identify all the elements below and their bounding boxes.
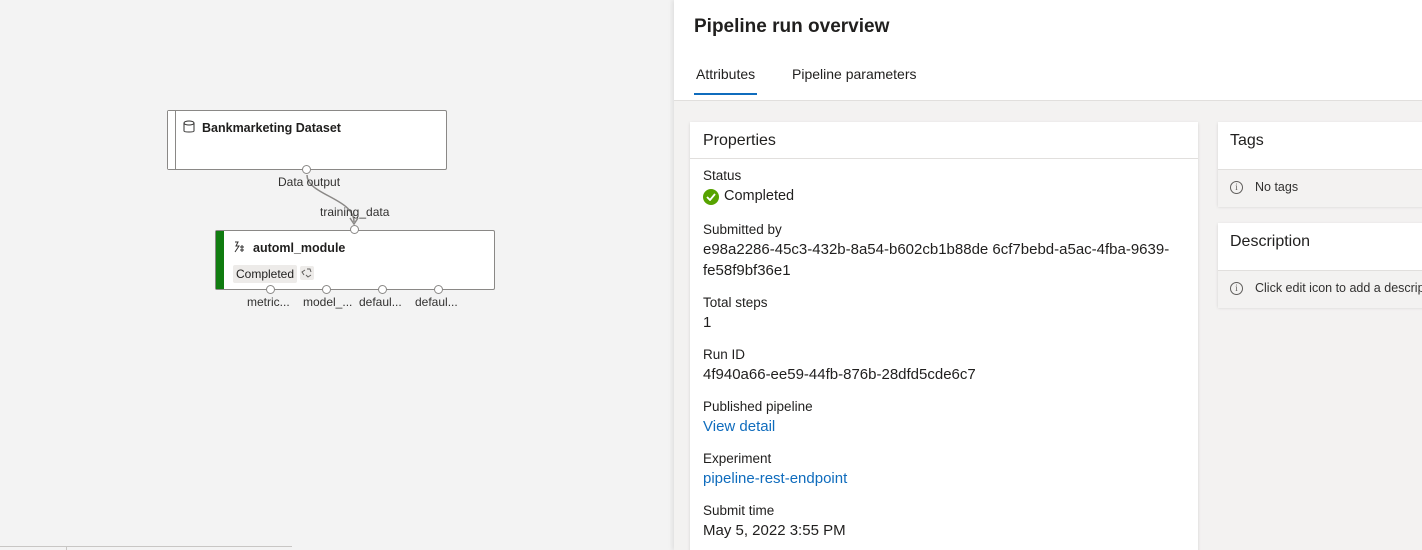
view-detail-link[interactable]: View detail [703, 416, 775, 437]
run-id-label: Run ID [703, 347, 746, 362]
dataset-output-label: Data output [278, 175, 341, 189]
run-id-value: 4f940a66-ee59-44fb-876b-28dfd5cde6c7 [703, 366, 976, 383]
automl-output-port[interactable] [434, 285, 443, 294]
automl-node-title: automl_module [253, 241, 346, 255]
description-card: Description i Click edit icon to add a d… [1218, 223, 1422, 308]
automl-output-port[interactable] [266, 285, 275, 294]
tab-attributes[interactable]: Attributes [693, 66, 758, 95]
run-overview-panel: Pipeline run overview Attributes Pipelin… [674, 0, 1422, 550]
status-badge: Completed [233, 265, 298, 283]
properties-card: Properties Status Completed Submitted by… [690, 122, 1198, 550]
published-pipeline-label: Published pipeline [703, 399, 813, 414]
automl-icon [234, 241, 244, 253]
check-circle-icon [703, 189, 719, 205]
info-icon: i [1230, 282, 1243, 295]
tags-card: Tags i No tags [1218, 122, 1422, 207]
output-port-label: model_... [303, 295, 353, 309]
status-bar [216, 231, 224, 289]
tab-pipeline-parameters[interactable]: Pipeline parameters [792, 66, 917, 90]
total-steps-value: 1 [703, 314, 712, 331]
database-icon [183, 120, 195, 133]
automl-node[interactable]: automl_module Completed [215, 230, 495, 290]
description-placeholder: Click edit icon to add a descripti [1255, 281, 1422, 295]
tags-body: i No tags [1218, 169, 1422, 207]
dataset-node-title: Bankmarketing Dataset [202, 121, 341, 135]
submit-time-value: May 5, 2022 3:55 PM [703, 522, 846, 539]
experiment-label: Experiment [703, 451, 772, 466]
pipeline-canvas[interactable]: Bankmarketing Dataset Data output traini… [0, 0, 674, 550]
dataset-node-bar [168, 111, 176, 169]
output-port-label: metric... [247, 295, 290, 309]
submitted-by-label: Submitted by [703, 222, 782, 237]
experiment-link[interactable]: pipeline-rest-endpoint [703, 468, 847, 489]
info-icon: i [1230, 181, 1243, 194]
training-data-label: training_data [320, 205, 390, 219]
canvas-bottom-toolbar-edge [0, 546, 292, 550]
reuse-icon [300, 266, 314, 280]
submitted-by-value: e98a2286-45c3-432b-8a54-b602cb1b88de 6cf… [703, 241, 1170, 279]
automl-input-port[interactable] [350, 225, 359, 234]
automl-output-port[interactable] [322, 285, 331, 294]
divider [690, 158, 1198, 159]
no-tags-text: No tags [1255, 180, 1299, 194]
output-port-label: defaul... [415, 295, 458, 309]
panel-header: Pipeline run overview Attributes Pipelin… [674, 0, 1422, 101]
status-label: Status [703, 168, 742, 183]
tags-heading: Tags [1230, 132, 1264, 149]
page-title: Pipeline run overview [694, 16, 890, 37]
properties-heading: Properties [703, 132, 776, 149]
description-body[interactable]: i Click edit icon to add a descripti [1218, 270, 1422, 308]
automl-output-port[interactable] [378, 285, 387, 294]
description-heading: Description [1230, 233, 1311, 250]
total-steps-label: Total steps [703, 295, 768, 310]
status-value: Completed [724, 188, 795, 204]
output-port-label: defaul... [359, 295, 402, 309]
dataset-output-port[interactable] [302, 165, 311, 174]
dataset-node[interactable]: Bankmarketing Dataset [167, 110, 447, 170]
submit-time-label: Submit time [703, 503, 775, 518]
